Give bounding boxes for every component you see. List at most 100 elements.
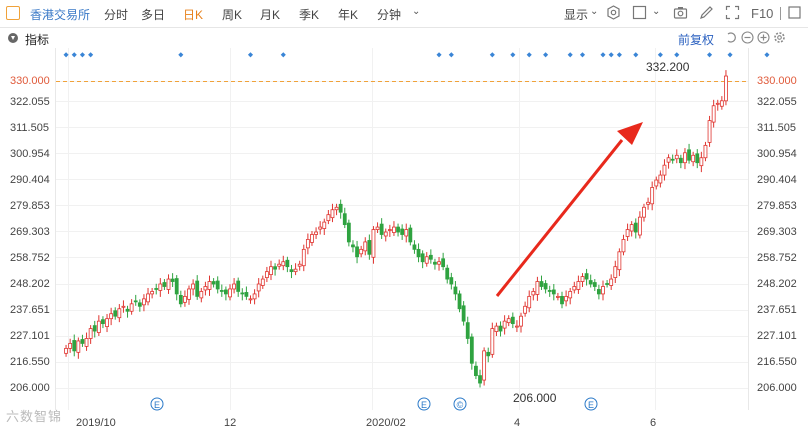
candle-body	[162, 282, 167, 287]
candle-body	[596, 289, 601, 295]
candle-body	[137, 302, 142, 307]
event-badge-icon[interactable]: ©	[453, 397, 467, 411]
candle-body	[387, 229, 392, 231]
candle-body	[191, 283, 196, 290]
candle-body	[687, 149, 691, 161]
event-dot-marker[interactable]	[178, 52, 184, 58]
candle-body	[260, 278, 265, 286]
candle-body	[174, 278, 179, 295]
candle-body	[457, 293, 462, 310]
candle-body	[244, 292, 249, 297]
candle-body	[703, 144, 708, 159]
candle-body	[662, 164, 667, 176]
event-dot-marker[interactable]	[616, 52, 622, 58]
event-dot-marker[interactable]	[764, 52, 770, 58]
candle-body	[416, 248, 421, 258]
event-dot-marker[interactable]	[448, 52, 454, 58]
candle-body	[580, 276, 585, 282]
candle-body	[424, 256, 429, 264]
candle-body	[666, 157, 671, 163]
candle-body	[117, 308, 122, 319]
event-badge-icon[interactable]: E	[417, 397, 431, 411]
event-dot-marker[interactable]	[608, 52, 614, 58]
candle-body	[178, 295, 183, 305]
candle-body	[215, 280, 220, 290]
candle-body	[592, 282, 597, 287]
candle-body	[330, 209, 335, 219]
candle-body	[281, 261, 286, 267]
event-dot-marker[interactable]	[280, 52, 286, 58]
candle-body	[219, 290, 224, 292]
event-dot-marker[interactable]	[436, 52, 442, 58]
event-dot-marker[interactable]	[543, 52, 549, 58]
event-badge-icon[interactable]: E	[150, 397, 164, 411]
candle-body	[236, 280, 241, 292]
event-dot-marker[interactable]	[567, 52, 573, 58]
candle-body	[478, 375, 482, 384]
event-badge-label: E	[154, 400, 160, 410]
candle-body	[183, 295, 187, 303]
candle-body	[285, 259, 290, 268]
candle-body	[560, 295, 564, 305]
event-dot-marker[interactable]	[707, 52, 713, 58]
candle-body	[568, 291, 573, 299]
candle-body	[396, 226, 400, 233]
candle-body	[506, 318, 511, 324]
candle-body	[318, 226, 323, 230]
candle-body	[474, 365, 478, 377]
candle-body	[678, 157, 683, 164]
candle-body	[101, 319, 105, 325]
candle-body	[293, 268, 298, 273]
candle-body	[494, 325, 499, 332]
candle-body	[711, 105, 716, 123]
candle-body	[617, 251, 622, 271]
event-dot-marker[interactable]	[79, 52, 85, 58]
candle-body	[142, 298, 146, 306]
candle-body	[133, 300, 138, 303]
event-dot-marker[interactable]	[88, 52, 94, 58]
candle-body	[469, 336, 474, 364]
candle-body	[121, 305, 126, 308]
candle-body	[375, 226, 380, 230]
candle-body	[125, 308, 130, 312]
candle-body	[305, 239, 310, 249]
event-dot-marker[interactable]	[674, 52, 680, 58]
candle-body	[92, 325, 97, 332]
candle-body	[498, 325, 503, 332]
candle-body	[96, 320, 101, 333]
candle-body	[269, 266, 273, 276]
event-dot-marker[interactable]	[633, 52, 639, 58]
event-dot-marker[interactable]	[727, 52, 733, 58]
candle-body	[613, 266, 618, 278]
candle-body	[699, 157, 704, 167]
event-dot-marker[interactable]	[526, 52, 532, 58]
event-dot-marker[interactable]	[657, 52, 663, 58]
candle-body	[80, 339, 85, 344]
candle-body	[449, 277, 454, 285]
candle-body	[515, 325, 519, 328]
event-dot-marker[interactable]	[247, 52, 254, 58]
candle-body	[609, 278, 614, 286]
candle-body	[523, 305, 528, 314]
event-dot-marker[interactable]	[600, 52, 606, 58]
candle-body	[301, 248, 306, 267]
event-dot-marker[interactable]	[63, 52, 69, 58]
candle-body	[273, 266, 277, 270]
candle-body	[400, 228, 405, 235]
event-dot-marker[interactable]	[71, 52, 77, 58]
event-dot-marker[interactable]	[510, 52, 516, 58]
candle-body	[109, 313, 114, 320]
candle-body	[683, 152, 687, 164]
event-dot-marker[interactable]	[489, 52, 495, 58]
event-dot-marker[interactable]	[579, 52, 586, 58]
candle-body	[584, 273, 589, 280]
candle-body	[572, 286, 577, 291]
candle-body	[453, 286, 458, 295]
event-badge-icon[interactable]: E	[584, 397, 598, 411]
candle-body	[84, 338, 89, 347]
candle-body	[576, 281, 581, 290]
candle-body	[642, 206, 646, 218]
candle-body	[510, 316, 515, 325]
candle-body	[224, 289, 228, 295]
candle-body	[211, 281, 216, 285]
